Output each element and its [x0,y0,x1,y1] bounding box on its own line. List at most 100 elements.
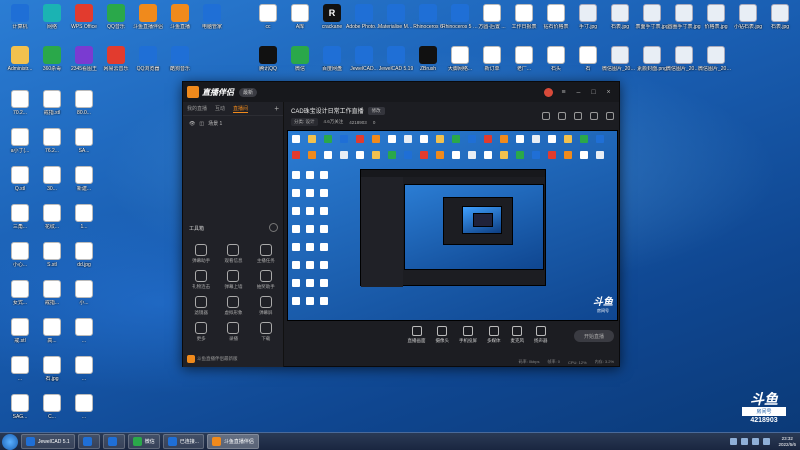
desktop-icon[interactable]: 大脚网络... [442,46,478,72]
desktop-icon[interactable]: S.stl [34,242,70,268]
desktop-icon[interactable]: 斗鱼直播 [162,4,198,30]
desktop-icon[interactable]: Rcrackane [314,4,350,30]
desktop-icon[interactable]: Adobe Photosh... [346,4,382,30]
close-icon[interactable]: × [604,88,613,97]
desktop-icon[interactable]: Q.stl [2,166,38,192]
desktop-icon[interactable]: 圆圈手寸表.jpg [666,4,702,30]
desktop-icon[interactable]: 老厂... [506,46,542,72]
desktop-icon[interactable]: 80.0... [66,90,102,116]
desktop-icon[interactable]: 1... [66,204,102,230]
desktop-icon[interactable]: QQ音乐 [98,4,134,30]
tool-item[interactable]: 弹幕上墙 [217,270,249,290]
desktop-icon[interactable]: ... [66,356,102,382]
desktop-icon[interactable]: 2345看图王 [66,46,102,72]
desktop-icon[interactable]: cc [250,4,286,30]
visibility-icon[interactable]: 👁 [189,121,195,127]
desktop-icon[interactable]: 小钻石表.jpg [730,4,766,30]
desktop-icon[interactable]: 素颜封面.png [634,46,670,72]
desktop-icon[interactable]: 360杀毒 [34,46,70,72]
desktop-icon[interactable]: 表面手寸表.jpg [634,4,670,30]
desktop-icon[interactable]: 石表.jpg [602,4,638,30]
lock-icon[interactable]: ◫ [199,121,204,127]
avatar[interactable] [544,87,553,97]
menu-icon[interactable]: ≡ [559,88,568,97]
desktop-icon[interactable]: 工作日报表 [506,4,542,30]
desktop-icon[interactable]: 三角... [2,204,38,230]
desktop-icon[interactable]: 花纹... [34,204,70,230]
taskbar-item[interactable]: 微信 [127,434,160,449]
desktop-icon[interactable]: 戒.stl [2,318,38,344]
desktop-icon[interactable]: SAG... [2,394,38,420]
desktop-icon[interactable]: Materialise Magics 21.0 [378,4,414,30]
desktop-icon[interactable]: Rhinoceros 6 [410,4,446,30]
version-badge[interactable]: 最新 [239,87,258,97]
desktop-icon[interactable]: 石头 [538,46,574,72]
desktop-icon[interactable]: SA... [66,128,102,154]
volume-icon[interactable] [763,438,771,445]
desktop-icon[interactable]: 网易云音乐 [98,46,134,72]
desktop-icon[interactable]: 70.2... [2,90,38,116]
desktop-icon[interactable]: 30... [34,166,70,192]
tab-interact[interactable]: 互动 [215,105,225,112]
desktop-icon[interactable]: a小丁(... [2,128,38,154]
desktop-icon[interactable]: 戒指... [34,280,70,306]
promo-banner[interactable]: 斗鱼直播伴侣最新版 [187,354,279,364]
tray-icon[interactable] [741,438,749,445]
tool-item[interactable]: 下载 [250,322,282,342]
desktop-icon[interactable]: 钻石价格表 [538,4,574,30]
tool-item[interactable]: 抽奖助手 [250,270,282,290]
source-tool[interactable]: 直播画面 [408,326,426,344]
screen-icon[interactable] [574,112,582,120]
desktop-icon[interactable]: C... [34,394,70,420]
network-icon[interactable] [752,438,760,445]
desktop-icon[interactable]: 石表.jpg [762,4,798,30]
settings-icon[interactable] [606,112,614,120]
start-live-button[interactable]: 开始直播 [574,330,614,342]
desktop-icon[interactable]: 手寸.jpg [570,4,606,30]
desktop-icon[interactable]: 微信图片_2022031... [666,46,702,72]
desktop-icon[interactable]: 百度网盘 [314,46,350,72]
desktop-icon[interactable]: Administr... [2,46,38,72]
source-tool[interactable]: 手机投屏 [459,326,477,344]
desktop-icon[interactable]: 小心... [2,242,38,268]
taskbar-item[interactable]: JewelCAD 5.1 [21,434,75,449]
source-tool[interactable]: 摄像头 [436,326,449,344]
start-button[interactable] [2,433,18,450]
record-icon[interactable] [590,112,598,120]
gift-icon[interactable] [558,112,566,120]
desktop-icon[interactable]: Rhinoceros 5 (64-bit) [442,4,478,30]
desktop-icon[interactable]: 网络 [34,4,70,30]
desktop-icon[interactable]: 小... [66,280,102,306]
desktop-icon[interactable]: 戒指.stl [34,90,70,116]
tool-item[interactable]: 虚拟形象 [217,296,249,316]
tool-item[interactable]: 滤镜器 [185,296,217,316]
desktop-icon[interactable]: WPS Office [66,4,102,30]
desktop-icon[interactable]: 微信 [282,46,318,72]
desktop-icon[interactable]: 微信图片_2022031... [698,46,734,72]
maximize-icon[interactable]: □ [589,88,598,97]
tool-item[interactable]: 弹幕屏 [250,296,282,316]
desktop-icon[interactable]: 斗鱼直播伴侣 [130,4,166,30]
source-tool[interactable]: 麦克风 [511,326,524,344]
desktop-icon[interactable]: 电脑管家 [194,4,230,30]
desktop-icon[interactable]: dd.jpg [66,242,102,268]
add-scene-icon[interactable]: + [274,104,279,113]
tool-item[interactable]: 观看信息 [217,244,249,264]
desktop-icon[interactable]: 新订单 [474,46,510,72]
desktop-icon[interactable]: 石.jpg [34,356,70,382]
live-companion-window[interactable]: 直播伴侣 最新 ≡ – □ × 我的直播 互动 直播间 + 👁 ◫ 场景 1 工… [182,81,620,367]
source-tool[interactable]: 多媒体 [487,326,501,344]
tool-item[interactable]: 礼物连击 [185,270,217,290]
toolbox-toggle-icon[interactable] [269,223,278,232]
desktop-icon[interactable]: QQ浏览器 [130,46,166,72]
tool-item[interactable]: 录播 [217,322,249,342]
source-tool[interactable]: 扬声器 [534,326,548,344]
desktop-icon[interactable]: 方圆-后置 ... [474,4,510,30]
desktop-icon[interactable]: A库 [282,4,318,30]
taskbar-item[interactable]: 斗鱼直播伴侣 [206,434,259,449]
desktop-icon[interactable]: 酷狗音乐 [162,46,198,72]
scene-row[interactable]: 👁 ◫ 场景 1 [183,116,283,131]
edit-title-button[interactable]: 修改 [367,106,385,115]
desktop-icon[interactable]: ... [66,318,102,344]
desktop-icon[interactable]: 76.2... [34,128,70,154]
